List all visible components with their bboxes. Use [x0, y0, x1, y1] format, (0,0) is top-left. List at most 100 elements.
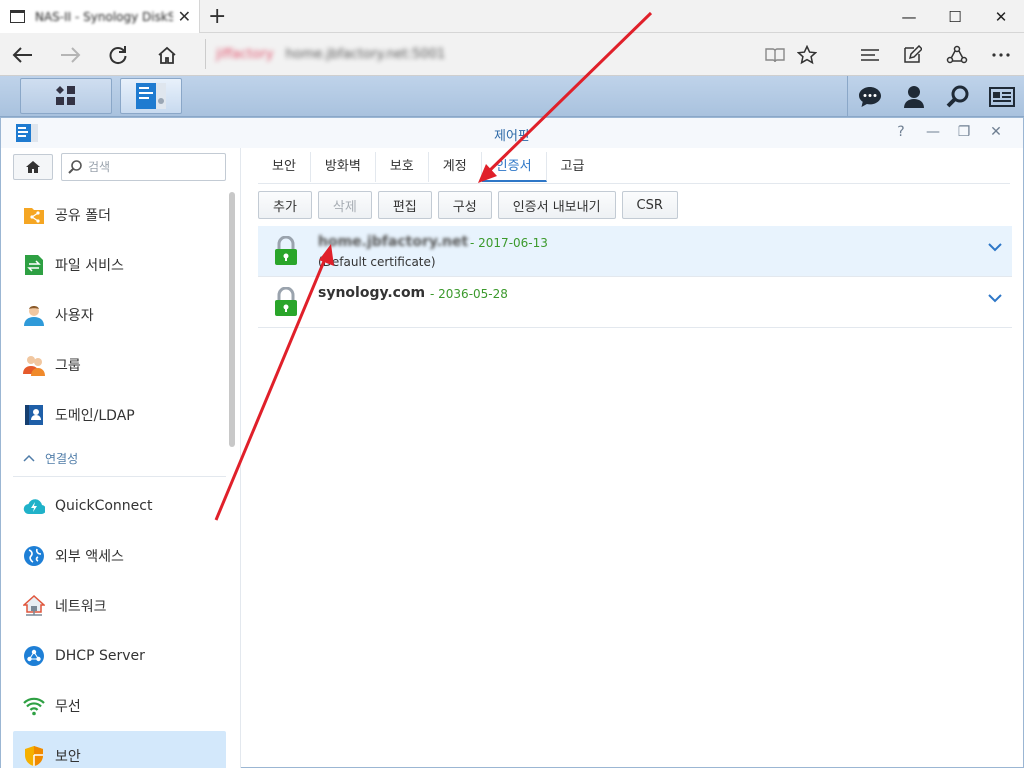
sidebar-item-label: 파일 서비스 — [55, 258, 124, 274]
shared-folder-icon — [23, 204, 45, 226]
help-button[interactable]: ? — [891, 124, 911, 140]
refresh-icon[interactable] — [101, 38, 135, 72]
more-icon[interactable] — [986, 41, 1016, 69]
dsm-taskbar — [0, 76, 1024, 117]
page-icon — [10, 10, 25, 23]
search-input[interactable] — [88, 160, 208, 174]
tab-firewall[interactable]: 방화벽 — [311, 152, 376, 182]
wireless-icon — [23, 695, 45, 717]
widgets-icon[interactable] — [980, 76, 1024, 117]
sidebar-item-domain-ldap[interactable]: 도메인/LDAP — [13, 390, 226, 440]
export-certificate-button[interactable]: 인증서 내보내기 — [497, 191, 616, 219]
chevron-up-icon — [23, 451, 35, 465]
forward-arrow-icon[interactable] — [53, 38, 87, 72]
url-path: home.jbfactory.net:5001 — [285, 46, 446, 62]
hub-icon[interactable] — [855, 41, 885, 69]
control-panel-icon — [136, 83, 166, 109]
tab-certificate[interactable]: 인증서 — [481, 152, 547, 182]
back-arrow-icon[interactable] — [6, 38, 40, 72]
sidebar-item-file-services[interactable]: 파일 서비스 — [13, 240, 226, 290]
search-icon[interactable] — [936, 76, 980, 117]
delete-button[interactable]: 삭제 — [317, 191, 372, 219]
sidebar-item-label: 보안 — [55, 749, 81, 765]
sidebar-item-label: 네트워크 — [55, 599, 107, 615]
add-button[interactable]: 추가 — [258, 191, 312, 219]
window-minimize-button[interactable]: — — [923, 124, 943, 140]
edit-button[interactable]: 편집 — [377, 191, 432, 219]
home-icon — [26, 161, 40, 173]
sidebar-item-label: 외부 액세스 — [55, 549, 124, 565]
tab-advanced[interactable]: 고급 — [547, 152, 599, 182]
sidebar-item-label: 공유 폴더 — [55, 208, 111, 224]
user-icon — [23, 304, 45, 326]
certificate-toolbar: 추가 삭제 편집 구성 인증서 내보내기 CSR — [258, 191, 678, 219]
sidebar-item-label: 사용자 — [55, 308, 94, 324]
certificate-row[interactable]: synology.com - 2036-05-28 — [258, 277, 1012, 328]
tab-account[interactable]: 계정 — [429, 152, 482, 182]
security-tabs: 보안 방화벽 보호 계정 인증서 고급 — [258, 152, 1010, 184]
url-host: jiffactory — [216, 46, 274, 62]
sidebar-item-shared-folder[interactable]: 공유 폴더 — [13, 190, 226, 240]
certificate-row[interactable]: home.jbfactory.net - 2017-06-13 (Default… — [258, 226, 1012, 277]
configure-button[interactable]: 구성 — [437, 191, 492, 219]
browser-tab-title: NAS-II - Synology DiskStation — [35, 9, 173, 24]
window-restore-button[interactable]: ❐ — [954, 124, 974, 140]
certificate-default-note: (Default certificate) — [318, 255, 436, 269]
sidebar-item-dhcp-server[interactable]: DHCP Server — [13, 631, 226, 681]
section-header-connectivity[interactable]: 연결성 — [13, 440, 226, 477]
chevron-down-icon[interactable] — [988, 242, 1002, 252]
minimize-button[interactable]: — — [886, 0, 932, 33]
window-header: 제어판 ? — ❐ ✕ — [1, 118, 1023, 148]
file-services-icon — [23, 254, 45, 276]
certificate-name: home.jbfactory.net — [318, 234, 469, 250]
sidebar-item-user[interactable]: 사용자 — [13, 290, 226, 340]
group-icon — [23, 354, 45, 376]
window-close-button[interactable]: ✕ — [986, 124, 1006, 140]
sidebar-item-security[interactable]: 보안 — [13, 731, 226, 768]
web-note-icon[interactable] — [897, 41, 927, 69]
main-pane: 보안 방화벽 보호 계정 인증서 고급 추가 삭제 편집 구성 인증서 내보내기… — [242, 148, 1023, 768]
dhcp-server-icon — [23, 645, 45, 667]
user-options-icon[interactable] — [892, 76, 936, 117]
certificate-name: synology.com — [318, 285, 426, 301]
chat-icon[interactable] — [848, 76, 892, 117]
section-label: 연결성 — [45, 451, 79, 466]
sidebar-item-label: 그룹 — [55, 358, 81, 374]
sidebar-item-label: 무선 — [55, 699, 81, 715]
main-menu-icon — [56, 86, 75, 105]
certificate-list: home.jbfactory.net - 2017-06-13 (Default… — [258, 226, 1012, 328]
browser-addressbar: jiffactory home.jbfactory.net:5001 — [0, 33, 1024, 76]
browser-tab[interactable]: NAS-II - Synology DiskStation ✕ — [0, 0, 200, 33]
tab-security[interactable]: 보안 — [258, 152, 311, 182]
csr-button[interactable]: CSR — [621, 191, 678, 219]
url-field[interactable]: jiffactory home.jbfactory.net:5001 — [205, 39, 745, 69]
sidebar-list: 공유 폴더 파일 서비스 사용자 그룹 도메인/LDAP 연결성 QuickCo… — [13, 190, 226, 768]
new-tab-button[interactable]: + — [208, 4, 226, 29]
chevron-down-icon[interactable] — [988, 293, 1002, 303]
network-icon — [23, 595, 45, 617]
home-icon[interactable] — [150, 38, 184, 72]
sidebar-item-group[interactable]: 그룹 — [13, 340, 226, 390]
certificate-expiry: - 2017-06-13 — [470, 236, 548, 250]
external-access-icon — [23, 545, 45, 567]
tab-close-icon[interactable]: ✕ — [178, 7, 191, 26]
window-title: 제어판 — [494, 129, 530, 144]
maximize-button[interactable]: ☐ — [932, 0, 978, 33]
reading-view-icon[interactable] — [760, 41, 790, 69]
window-close-button[interactable]: ✕ — [978, 0, 1024, 33]
tab-protection[interactable]: 보호 — [376, 152, 429, 182]
sidebar-scrollbar[interactable] — [229, 192, 235, 447]
browser-titlebar: NAS-II - Synology DiskStation ✕ + — ☐ ✕ — [0, 0, 1024, 33]
main-menu-button[interactable] — [20, 78, 112, 114]
search-icon — [68, 160, 82, 174]
share-icon[interactable] — [942, 41, 972, 69]
home-button[interactable] — [13, 154, 53, 180]
control-panel-task-button[interactable] — [120, 78, 182, 114]
sidebar-item-external-access[interactable]: 외부 액세스 — [13, 531, 226, 581]
favorite-star-icon[interactable] — [792, 41, 822, 69]
search-field[interactable] — [61, 153, 226, 181]
lock-icon — [275, 287, 297, 316]
sidebar-item-quickconnect[interactable]: QuickConnect — [13, 481, 226, 531]
sidebar-item-wireless[interactable]: 무선 — [13, 681, 226, 731]
sidebar-item-network[interactable]: 네트워크 — [13, 581, 226, 631]
